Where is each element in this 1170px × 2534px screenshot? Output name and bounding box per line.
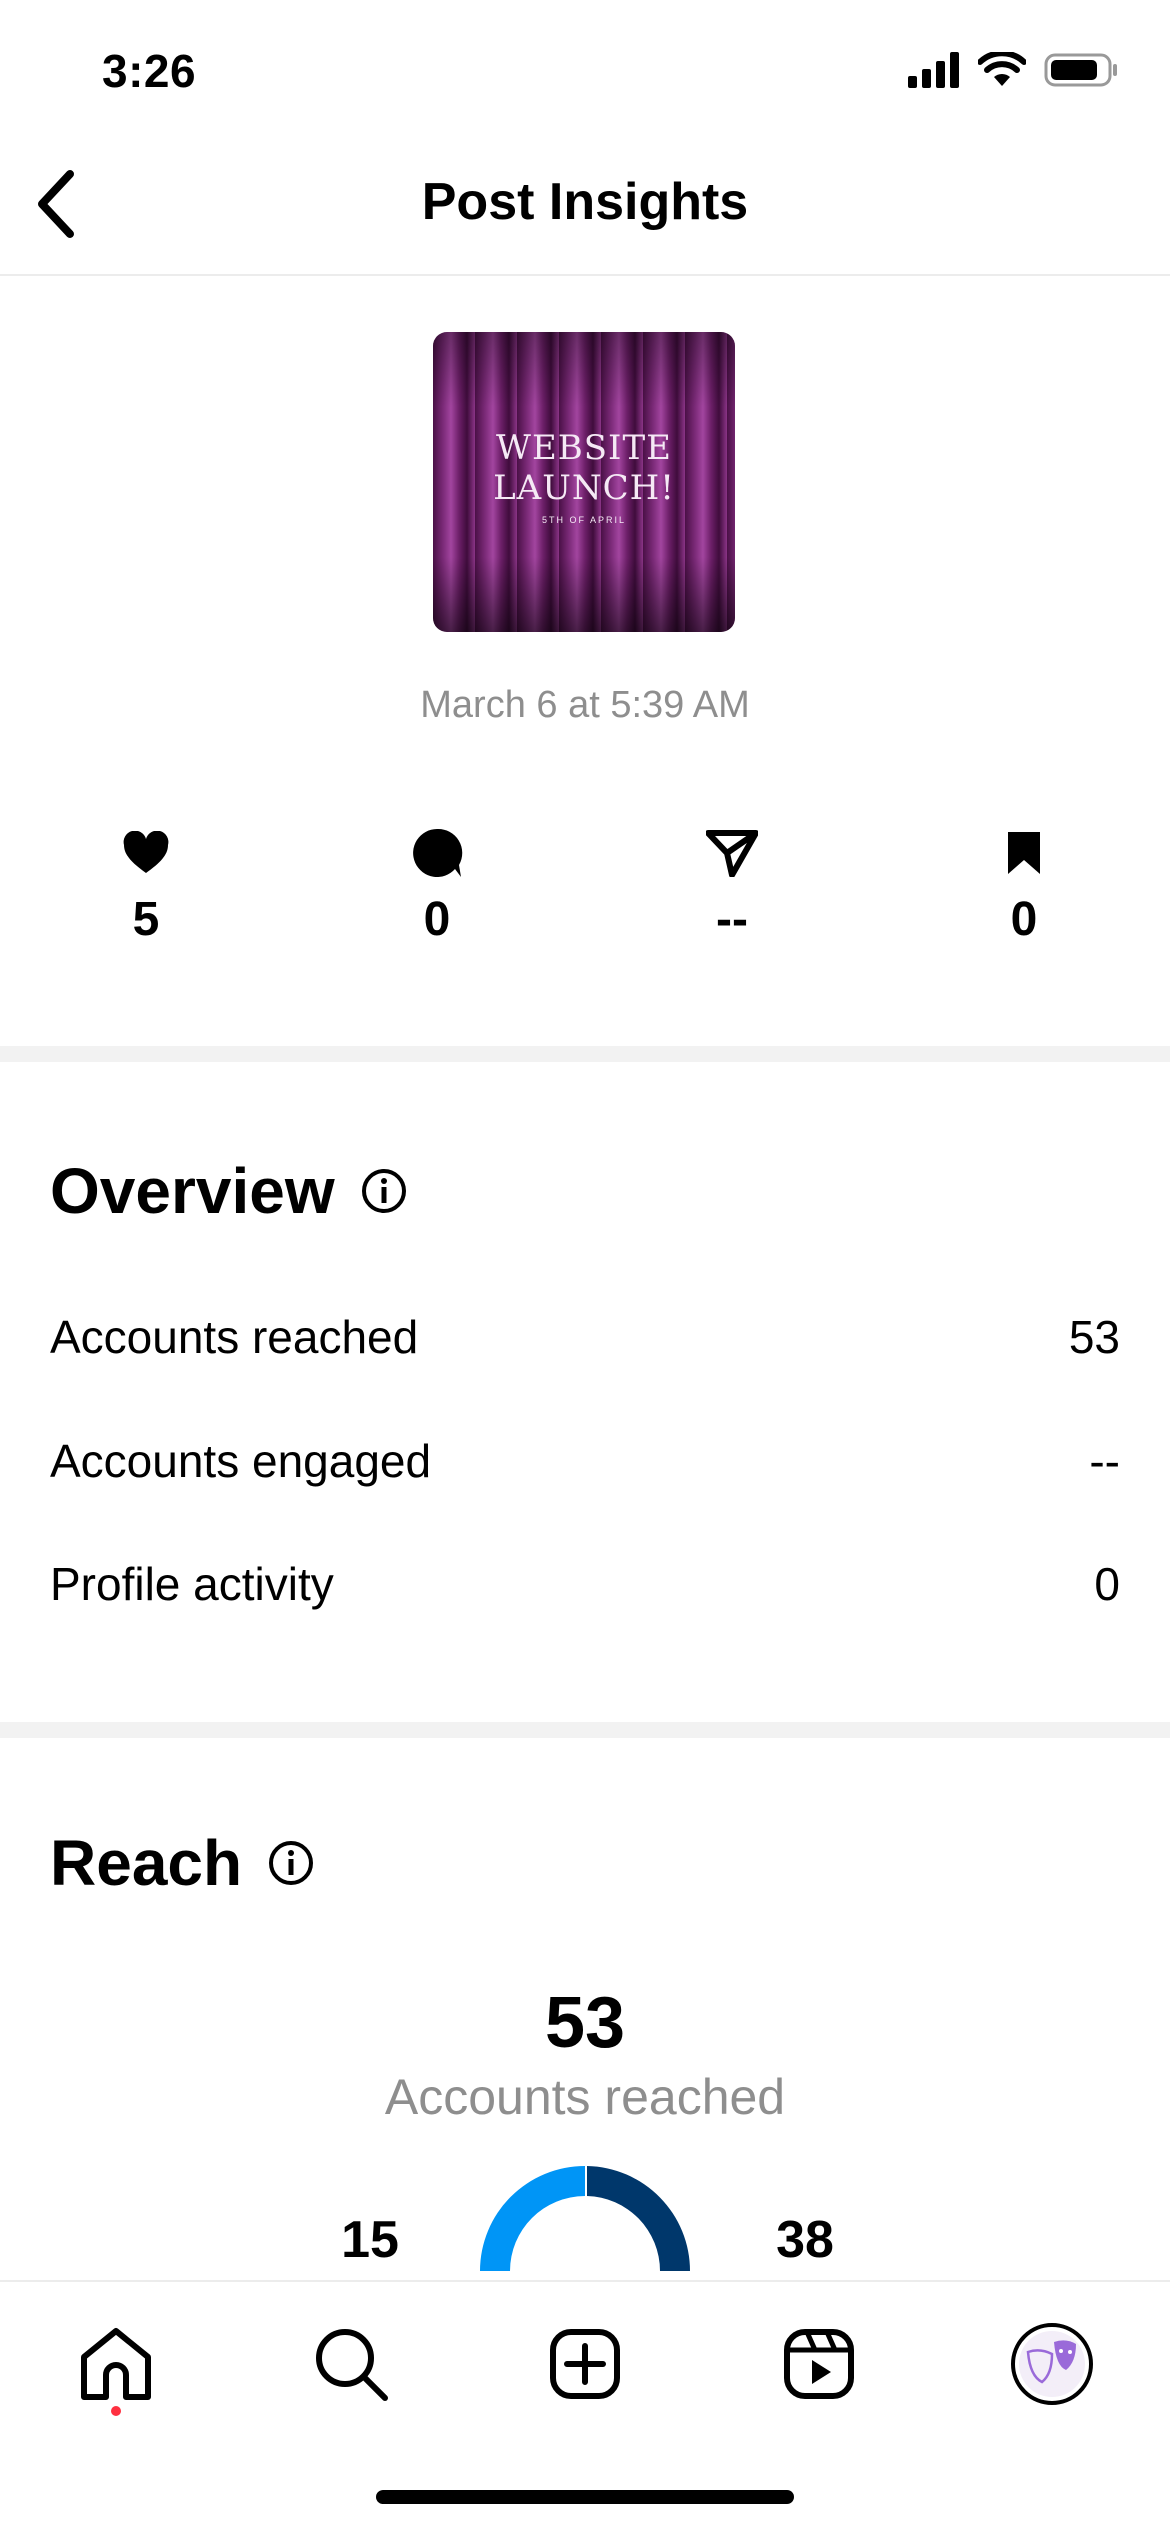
overview-row-value: 53 (1068, 1311, 1120, 1363)
profile-avatar (1011, 2323, 1093, 2405)
reels-icon (784, 2329, 854, 2399)
reach-donut-nonfollowers (587, 2166, 690, 2271)
create-icon (550, 2329, 620, 2399)
overview-heading: Overview (50, 1154, 407, 1228)
bookmark-icon (1008, 832, 1040, 874)
reach-total: 53 (544, 1983, 626, 2063)
info-icon[interactable] (361, 1168, 407, 1214)
reach-left-value: 15 (341, 2211, 399, 2269)
comment-icon (413, 828, 463, 877)
nav-search[interactable] (303, 2316, 399, 2412)
signal-icon (908, 52, 959, 88)
overview-row-label: Accounts reached (50, 1311, 419, 1363)
overview-row-label: Profile activity (50, 1558, 334, 1610)
overview-title: Overview (50, 1155, 335, 1227)
page-title: Post Insights (421, 173, 749, 231)
comments-count: 0 (423, 893, 451, 946)
thumbnail-subtitle: 5TH OF APRIL (541, 515, 627, 525)
heart-icon (123, 831, 169, 873)
overview-row-value: -- (1089, 1435, 1120, 1487)
likes-count: 5 (132, 893, 160, 946)
info-icon[interactable] (268, 1840, 314, 1886)
shares-stat: -- (642, 824, 822, 947)
shares-count: -- (716, 893, 748, 946)
likes-stat: 5 (56, 824, 236, 947)
post-date: March 6 at 5:39 AM (420, 684, 750, 726)
nav-create[interactable] (537, 2316, 633, 2412)
reach-right-value: 38 (776, 2211, 834, 2269)
thumbnail-title: WEBSITE LAUNCH! (493, 428, 675, 508)
battery-icon (1044, 53, 1117, 87)
search-icon (316, 2329, 388, 2401)
reach-heading: Reach (50, 1826, 314, 1900)
nav-profile[interactable] (1004, 2316, 1100, 2412)
notification-dot (111, 2406, 121, 2416)
nav-reels[interactable] (771, 2316, 867, 2412)
nav-home[interactable] (68, 2316, 164, 2412)
comments-stat: 0 (347, 824, 527, 947)
overview-row[interactable]: Accounts reached 53 (50, 1310, 1120, 1364)
home-icon (81, 2328, 151, 2400)
wifi-icon (978, 52, 1026, 86)
home-indicator (376, 2490, 794, 2504)
reach-title: Reach (50, 1827, 243, 1899)
share-icon (706, 830, 758, 877)
post-thumbnail[interactable]: WEBSITE LAUNCH! 5TH OF APRIL (433, 332, 735, 632)
overview-row[interactable]: Accounts engaged -- (50, 1434, 1120, 1488)
status-time: 3:26 (102, 45, 197, 97)
section-divider (0, 1722, 1170, 1738)
overview-row-value: 0 (1094, 1558, 1120, 1610)
reach-donut-chart (480, 2166, 690, 2271)
reach-total-label: Accounts reached (384, 2069, 786, 2125)
saves-stat: 0 (934, 824, 1114, 947)
status-icons (908, 52, 1120, 88)
overview-row[interactable]: Profile activity 0 (50, 1557, 1120, 1611)
section-divider (0, 1046, 1170, 1062)
saves-count: 0 (1010, 893, 1038, 946)
reach-donut-followers (480, 2166, 585, 2271)
overview-row-label: Accounts engaged (50, 1435, 432, 1487)
